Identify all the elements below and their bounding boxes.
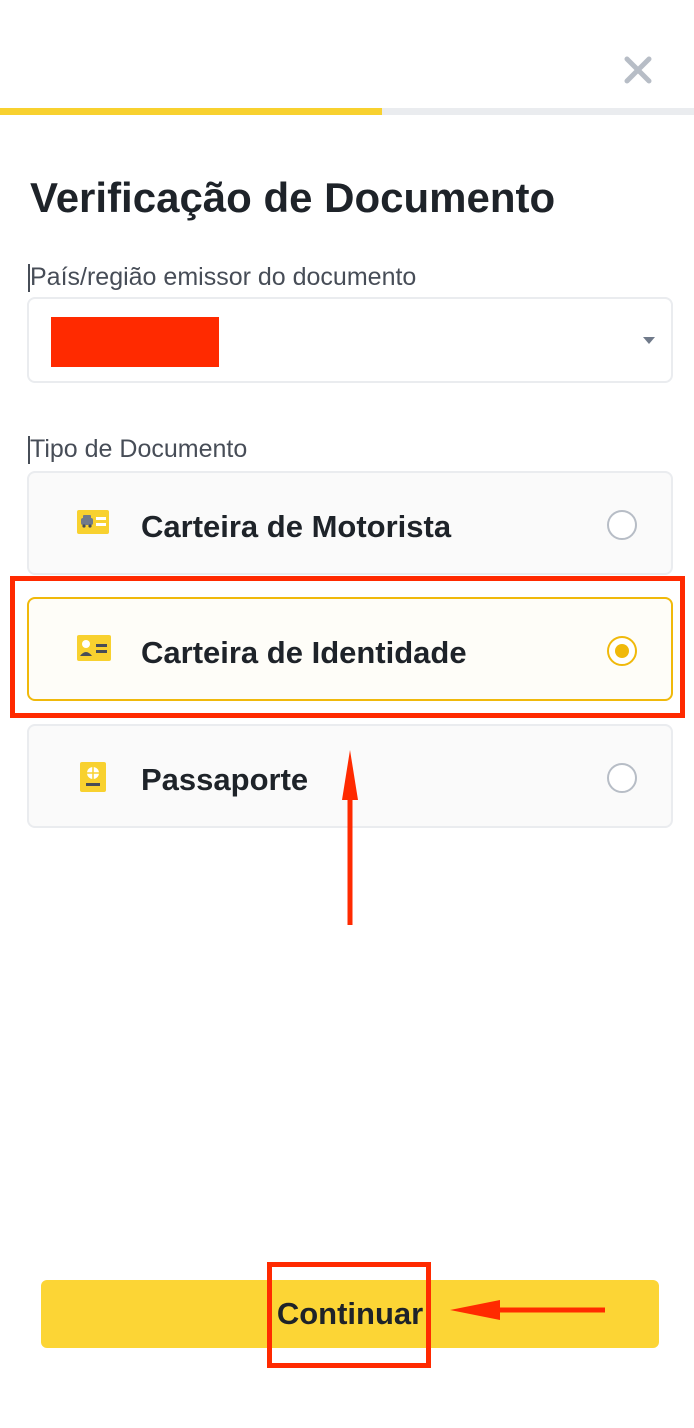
document-verification-page: Verificação de Documento País/região emi… bbox=[0, 0, 694, 1428]
country-field-label: País/região emissor do documento bbox=[30, 263, 417, 291]
option-label: Carteira de Identidade bbox=[141, 635, 467, 670]
caret-down-icon bbox=[643, 337, 655, 344]
option-label: Passaporte bbox=[141, 762, 309, 797]
id-card-icon bbox=[75, 633, 115, 669]
close-icon bbox=[624, 56, 652, 84]
option-label: Carteira de Motorista bbox=[141, 509, 452, 544]
progress-bar bbox=[0, 108, 694, 115]
country-selected-value bbox=[51, 317, 219, 367]
continue-button[interactable]: Continuar bbox=[41, 1280, 659, 1348]
passport-icon bbox=[75, 760, 115, 796]
document-type-label: Tipo de Documento bbox=[30, 435, 248, 463]
radio-button[interactable] bbox=[607, 763, 637, 793]
option-id-card[interactable]: Carteira de Identidade bbox=[27, 597, 673, 701]
radio-button-checked[interactable] bbox=[607, 636, 637, 666]
option-driver-license[interactable]: Carteira de Motorista bbox=[27, 471, 673, 575]
driver-license-icon bbox=[75, 507, 115, 543]
page-title: Verificação de Documento bbox=[30, 174, 556, 221]
country-select[interactable] bbox=[27, 297, 673, 383]
progress-fill bbox=[0, 108, 382, 115]
option-passport[interactable]: Passaporte bbox=[27, 724, 673, 828]
radio-button[interactable] bbox=[607, 510, 637, 540]
close-button[interactable] bbox=[618, 50, 658, 90]
